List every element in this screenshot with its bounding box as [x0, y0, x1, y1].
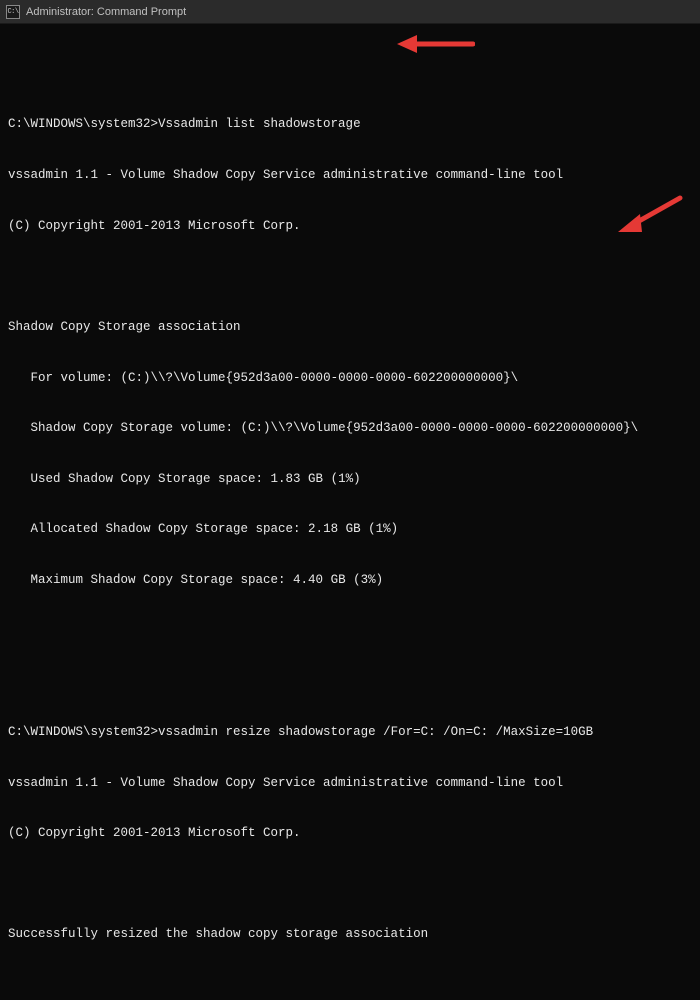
- app-icon: C:\: [6, 5, 20, 19]
- output-max-space: Maximum Shadow Copy Storage space: 4.40 …: [8, 572, 692, 589]
- blank-line: [8, 673, 692, 690]
- prompt-text: C:\WINDOWS\system32>: [8, 117, 158, 131]
- prompt-text: C:\WINDOWS\system32>: [8, 725, 158, 739]
- output-success: Successfully resized the shadow copy sto…: [8, 926, 692, 943]
- blank-line: [8, 876, 692, 893]
- blank-line: [8, 268, 692, 285]
- output-assoc-header: Shadow Copy Storage association: [8, 319, 692, 336]
- output-copyright: (C) Copyright 2001-2013 Microsoft Corp.: [8, 218, 692, 235]
- output-banner: vssadmin 1.1 - Volume Shadow Copy Servic…: [8, 167, 692, 184]
- output-used-space: Used Shadow Copy Storage space: 1.83 GB …: [8, 471, 692, 488]
- blank-line: [8, 623, 692, 640]
- command-text: Vssadmin list shadowstorage: [158, 117, 361, 131]
- blank-line: [8, 66, 692, 83]
- command-text: vssadmin resize shadowstorage /For=C: /O…: [158, 725, 593, 739]
- output-alloc-space: Allocated Shadow Copy Storage space: 2.1…: [8, 521, 692, 538]
- output-for-volume: For volume: (C:)\\?\Volume{952d3a00-0000…: [8, 370, 692, 387]
- command-line-1: C:\WINDOWS\system32>Vssadmin list shadow…: [8, 116, 692, 133]
- command-line-2: C:\WINDOWS\system32>vssadmin resize shad…: [8, 724, 692, 741]
- output-storage-volume: Shadow Copy Storage volume: (C:)\\?\Volu…: [8, 420, 692, 437]
- output-copyright: (C) Copyright 2001-2013 Microsoft Corp.: [8, 825, 692, 842]
- window-titlebar[interactable]: C:\ Administrator: Command Prompt: [0, 0, 700, 24]
- terminal-output[interactable]: C:\WINDOWS\system32>Vssadmin list shadow…: [0, 24, 700, 1000]
- output-banner: vssadmin 1.1 - Volume Shadow Copy Servic…: [8, 775, 692, 792]
- blank-line: [8, 977, 692, 994]
- window-title: Administrator: Command Prompt: [26, 6, 186, 18]
